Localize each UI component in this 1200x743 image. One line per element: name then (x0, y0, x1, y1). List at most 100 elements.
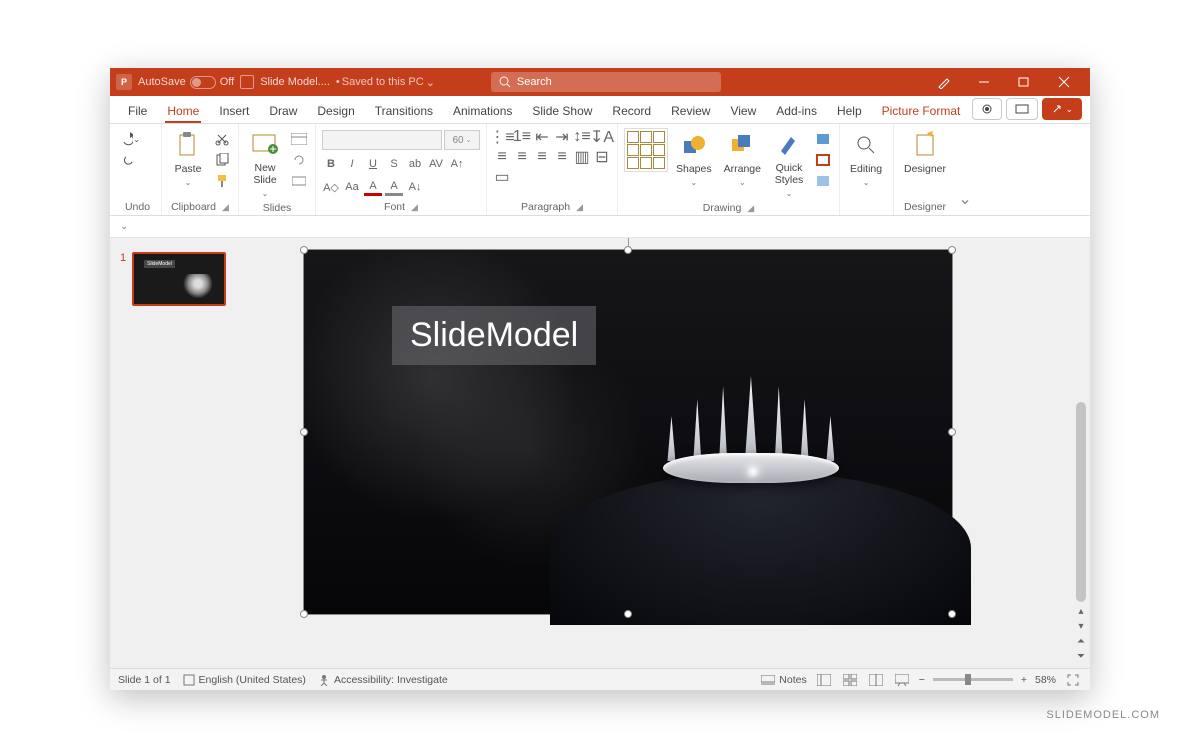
font-name-input[interactable] (322, 130, 442, 150)
strike-button[interactable]: S (385, 155, 403, 173)
search-input[interactable]: Search (491, 72, 721, 92)
redo-button[interactable] (120, 151, 140, 169)
reset-button[interactable] (289, 151, 309, 169)
resize-handle-mr[interactable] (948, 428, 956, 436)
align-left-button[interactable]: ≡ (493, 148, 511, 166)
character-spacing-button[interactable]: AV (427, 155, 445, 173)
tab-home[interactable]: Home (157, 98, 209, 123)
format-painter-button[interactable] (212, 172, 232, 190)
vertical-scrollbar[interactable]: ▴ ▾ ⏶ ⏷ (1072, 238, 1090, 668)
next-slide-icon[interactable]: ⏷ (1077, 651, 1085, 662)
slide-canvas[interactable]: SlideModel (236, 238, 1072, 668)
line-spacing-button[interactable]: ↕≡ (573, 128, 591, 146)
resize-handle-ml[interactable] (300, 428, 308, 436)
tab-transitions[interactable]: Transitions (365, 98, 443, 123)
grow-font-button[interactable]: A↑ (448, 155, 466, 173)
slide-counter[interactable]: Slide 1 of 1 (118, 674, 171, 686)
overflow-chevron-icon[interactable]: ⌄ (120, 221, 128, 232)
reading-view-button[interactable] (867, 672, 885, 688)
collapse-ribbon-button[interactable]: ⌄ (958, 189, 971, 209)
tab-slideshow[interactable]: Slide Show (522, 98, 602, 123)
tab-review[interactable]: Review (661, 98, 720, 123)
resize-handle-tr[interactable] (948, 246, 956, 254)
layout-button[interactable] (289, 130, 309, 148)
accessibility-status[interactable]: Accessibility: Investigate (318, 674, 448, 686)
indent-left-button[interactable]: ⇤ (533, 128, 551, 146)
undo-button[interactable]: ⌄ (120, 130, 140, 148)
drawing-launcher[interactable]: ◢ (747, 203, 754, 214)
resize-handle-tm[interactable] (624, 246, 632, 254)
save-status[interactable]: • Saved to this PC ⌄ (336, 76, 435, 89)
pen-button[interactable] (924, 68, 964, 96)
align-text-button[interactable]: ⊟ (593, 148, 611, 166)
file-name[interactable]: Slide Model.... (260, 76, 330, 88)
justify-button[interactable]: ≡ (553, 148, 571, 166)
resize-handle-br[interactable] (948, 610, 956, 618)
tab-addins[interactable]: Add-ins (766, 98, 827, 123)
tab-picture-format[interactable]: Picture Format (872, 98, 971, 123)
resize-handle-bl[interactable] (300, 610, 308, 618)
copy-button[interactable] (212, 151, 232, 169)
tab-animations[interactable]: Animations (443, 98, 522, 123)
minimize-button[interactable] (964, 68, 1004, 96)
align-right-button[interactable]: ≡ (533, 148, 551, 166)
shapes-gallery[interactable] (624, 128, 668, 172)
arrange-button[interactable]: Arrange⌄ (720, 128, 765, 189)
normal-view-button[interactable] (815, 672, 833, 688)
underline-button[interactable]: U (364, 155, 382, 173)
tab-design[interactable]: Design (307, 98, 364, 123)
resize-handle-tl[interactable] (300, 246, 308, 254)
align-center-button[interactable]: ≡ (513, 148, 531, 166)
paragraph-launcher[interactable]: ◢ (576, 202, 583, 213)
prev-slide-icon[interactable]: ⏶ (1077, 636, 1085, 647)
notes-button[interactable]: Notes (761, 674, 806, 686)
autosave-toggle[interactable]: AutoSave Off (138, 76, 234, 89)
shrink-font-button[interactable]: A↓ (406, 178, 424, 196)
record-pill-button[interactable] (972, 98, 1002, 120)
tab-record[interactable]: Record (602, 98, 661, 123)
share-button[interactable]: ⌄ (1042, 98, 1082, 120)
bullets-button[interactable]: ⋮≡ (493, 128, 511, 146)
indent-right-button[interactable]: ⇥ (553, 128, 571, 146)
quick-styles-button[interactable]: Quick Styles⌄ (769, 128, 809, 200)
zoom-in-button[interactable]: + (1021, 674, 1027, 686)
zoom-out-button[interactable]: − (919, 674, 925, 686)
shape-effects-button[interactable] (813, 172, 833, 190)
slideshow-view-button[interactable] (893, 672, 911, 688)
fit-to-window-button[interactable] (1064, 672, 1082, 688)
shadow-button[interactable]: ab (406, 155, 424, 173)
save-icon[interactable] (240, 75, 254, 89)
numbering-button[interactable]: 1≡ (513, 128, 531, 146)
slide-thumbnail-1[interactable]: SlideModel (132, 252, 226, 306)
shape-fill-button[interactable] (813, 130, 833, 148)
italic-button[interactable]: I (343, 155, 361, 173)
resize-handle-bm[interactable] (624, 610, 632, 618)
close-button[interactable] (1044, 68, 1084, 96)
tab-view[interactable]: View (720, 98, 766, 123)
slide-text-box[interactable]: SlideModel (392, 306, 596, 365)
slide-1[interactable]: SlideModel (304, 250, 952, 614)
new-slide-button[interactable]: New Slide⌄ (245, 128, 285, 200)
cut-button[interactable] (212, 130, 232, 148)
bold-button[interactable]: B (322, 155, 340, 173)
font-size-input[interactable]: 60⌄ (444, 130, 480, 150)
scroll-up-icon[interactable]: ▴ (1078, 606, 1083, 617)
present-pill-button[interactable] (1006, 98, 1038, 120)
clipboard-launcher[interactable]: ◢ (222, 202, 229, 213)
clear-format-button[interactable]: A◇ (322, 178, 340, 196)
language-status[interactable]: English (United States) (183, 674, 306, 686)
font-launcher[interactable]: ◢ (411, 202, 418, 213)
shapes-button[interactable]: Shapes⌄ (672, 128, 716, 189)
scrollbar-thumb[interactable] (1076, 402, 1086, 602)
tab-draw[interactable]: Draw (259, 98, 307, 123)
paste-button[interactable]: Paste⌄ (168, 128, 208, 189)
shape-outline-button[interactable] (813, 151, 833, 169)
scroll-down-icon[interactable]: ▾ (1078, 621, 1083, 632)
zoom-slider[interactable] (933, 678, 1013, 681)
zoom-percent[interactable]: 58% (1035, 674, 1056, 686)
font-color-button[interactable]: A (364, 178, 382, 196)
zoom-slider-handle[interactable] (965, 674, 971, 685)
text-direction-button[interactable]: ↧A (593, 128, 611, 146)
tab-insert[interactable]: Insert (209, 98, 259, 123)
maximize-button[interactable] (1004, 68, 1044, 96)
